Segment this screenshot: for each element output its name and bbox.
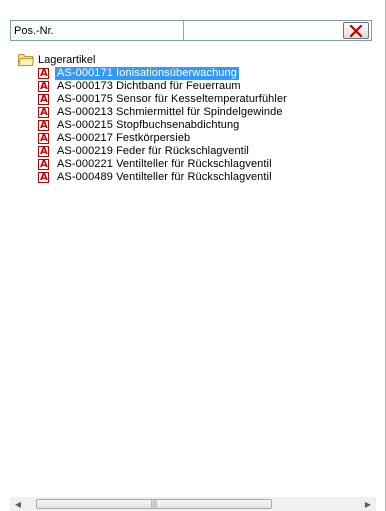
tree-item-label: AS-000219 Feder für Rückschlagventil <box>57 145 249 157</box>
tree-item-label: AS-000213 Schmiermittel für Spindelgewin… <box>57 106 283 118</box>
filter-label: Pos.-Nr. <box>14 25 54 37</box>
filter-field: Pos.-Nr. <box>10 20 372 41</box>
tree-root-label: Lagerartikel <box>38 53 96 66</box>
tree-root-node[interactable]: Lagerartikel <box>18 51 95 68</box>
tree-item-label: AS-000217 Festkörpersieb <box>57 132 191 144</box>
article-tree-panel: Pos.-Nr. Lagerartikel AS-000171 Ionisati… <box>0 0 386 511</box>
pdf-icon <box>38 158 49 171</box>
tree-item[interactable]: AS-000219 Feder für Rückschlagventil <box>38 145 289 158</box>
pdf-icon <box>38 67 49 80</box>
pdf-icon <box>38 119 49 132</box>
filter-input[interactable] <box>185 22 347 39</box>
filter-bar: Pos.-Nr. <box>0 0 385 50</box>
tree-item[interactable]: AS-000217 Festkörpersieb <box>38 132 289 145</box>
clear-filter-button[interactable] <box>343 22 369 39</box>
tree-item-list: AS-000171 IonisationsüberwachungAS-00017… <box>38 67 289 184</box>
close-x-icon <box>349 24 363 37</box>
grip-icon: ||| <box>150 499 158 508</box>
pdf-icon <box>38 145 49 158</box>
tree-item-label: AS-000221 Ventilteller für Rückschlagven… <box>57 158 272 170</box>
scroll-thumb[interactable]: ||| <box>36 499 272 509</box>
folder-icon <box>18 54 34 66</box>
pdf-icon <box>38 132 49 145</box>
tree-item[interactable]: AS-000175 Sensor für Kesseltemperaturfüh… <box>38 93 289 106</box>
scroll-right-arrow-icon[interactable]: ▶ <box>360 497 376 511</box>
tree-item-label: AS-000215 Stopfbuchsenabdichtung <box>57 119 240 131</box>
tree-item-label: AS-000171 Ionisationsüberwachung <box>55 67 239 80</box>
pdf-icon <box>38 93 49 106</box>
tree-item[interactable]: AS-000171 Ionisationsüberwachung <box>38 67 289 80</box>
horizontal-scrollbar[interactable]: ◀ ||| ▶ <box>10 497 376 511</box>
tree-item[interactable]: AS-000489 Ventilteller für Rückschlagven… <box>38 171 289 184</box>
tree-view[interactable]: Lagerartikel AS-000171 Ionisationsüberwa… <box>10 51 386 497</box>
tree-item-label: AS-000489 Ventilteller für Rückschlagven… <box>57 171 272 183</box>
tree-item[interactable]: AS-000213 Schmiermittel für Spindelgewin… <box>38 106 289 119</box>
tree-item[interactable]: AS-000173 Dichtband für Feuerraum <box>38 80 289 93</box>
tree-item[interactable]: AS-000221 Ventilteller für Rückschlagven… <box>38 158 289 171</box>
tree-item-label: AS-000173 Dichtband für Feuerraum <box>57 80 241 92</box>
pdf-icon <box>38 80 49 93</box>
scroll-left-arrow-icon[interactable]: ◀ <box>10 497 26 511</box>
tree-item[interactable]: AS-000215 Stopfbuchsenabdichtung <box>38 119 289 132</box>
tree-item-label: AS-000175 Sensor für Kesseltemperaturfüh… <box>57 93 287 105</box>
filter-separator <box>183 21 184 40</box>
pdf-icon <box>38 106 49 119</box>
pdf-icon <box>38 171 49 184</box>
